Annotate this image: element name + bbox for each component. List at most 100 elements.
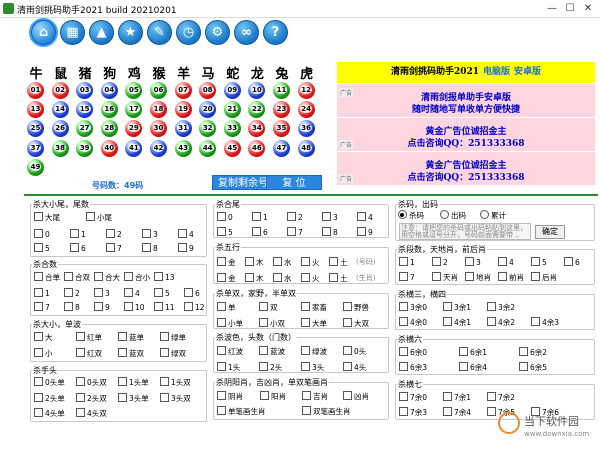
- number-ball[interactable]: 01: [27, 82, 44, 99]
- checkbox-option[interactable]: 4余2: [487, 317, 515, 328]
- checkbox-option[interactable]: 11: [154, 302, 175, 313]
- number-ball[interactable]: 15: [76, 101, 94, 119]
- number-ball[interactable]: 13: [27, 101, 44, 119]
- checkbox-option[interactable]: 金: [217, 273, 236, 284]
- toolbar-button-home[interactable]: ⌂: [31, 20, 56, 45]
- checkbox-option[interactable]: 后肖: [531, 272, 557, 283]
- checkbox-option[interactable]: 小尾: [86, 212, 112, 223]
- radio-option[interactable]: 杀码: [398, 210, 424, 221]
- checkbox-option[interactable]: 阳肖: [260, 391, 286, 402]
- ad-box-2[interactable]: 黄金广告位诚招金主 点击咨询QQ：251333368 广告: [337, 117, 595, 151]
- checkbox-option[interactable]: 0: [217, 212, 233, 223]
- checkbox-option[interactable]: 13: [154, 272, 175, 283]
- number-ball[interactable]: 48: [297, 139, 315, 157]
- checkbox-option[interactable]: 1头单: [118, 377, 149, 388]
- checkbox-option[interactable]: 小单: [217, 318, 243, 329]
- checkbox-option[interactable]: 4: [357, 212, 373, 223]
- checkbox-option[interactable]: 红单: [76, 332, 102, 343]
- code-input[interactable]: 注意：请把您的杀码或出码粘贴到这里，用空格或逗号分开，号码前面需要带 .. 如：…: [399, 223, 531, 240]
- number-ball[interactable]: 33: [223, 120, 241, 138]
- checkbox-option[interactable]: 6: [70, 243, 86, 254]
- checkbox-option[interactable]: 3余0: [399, 302, 427, 313]
- checkbox-option[interactable]: 木: [245, 273, 264, 284]
- checkbox-option[interactable]: 大尾: [34, 212, 60, 223]
- checkbox-option[interactable]: 3: [94, 288, 110, 299]
- checkbox-option[interactable]: 水: [273, 273, 292, 284]
- checkbox-option[interactable]: 吉肖: [302, 391, 328, 402]
- number-ball[interactable]: 43: [174, 139, 192, 157]
- checkbox-option[interactable]: 火: [301, 257, 320, 268]
- number-ball[interactable]: 40: [100, 139, 118, 157]
- number-ball[interactable]: 45: [223, 139, 241, 157]
- checkbox-option[interactable]: 合双: [64, 272, 90, 283]
- checkbox-option[interactable]: 7余0: [399, 392, 427, 403]
- number-ball[interactable]: 28: [100, 120, 118, 138]
- maximize-button[interactable]: ☐: [562, 2, 578, 16]
- checkbox-option[interactable]: 双笔画生肖: [302, 406, 351, 417]
- checkbox-option[interactable]: 单笔画生肖: [217, 406, 266, 417]
- checkbox-option[interactable]: 6: [184, 288, 200, 299]
- checkbox-option[interactable]: 7余3: [399, 407, 427, 418]
- number-ball[interactable]: 49: [27, 158, 44, 176]
- checkbox-option[interactable]: 4头: [343, 362, 366, 373]
- checkbox-option[interactable]: 地肖: [465, 272, 491, 283]
- ad-box-1[interactable]: 清雨剑报单助手安卓版 随时随地写单收单方便快捷 广告: [337, 83, 595, 117]
- number-ball[interactable]: 14: [51, 101, 69, 119]
- checkbox-option[interactable]: 1: [34, 288, 50, 299]
- checkbox-option[interactable]: 9: [178, 243, 194, 254]
- checkbox-option[interactable]: 7余4: [443, 407, 471, 418]
- checkbox-option[interactable]: 4余0: [399, 317, 427, 328]
- checkbox-option[interactable]: 6余1: [459, 347, 487, 358]
- number-ball[interactable]: 22: [248, 101, 266, 119]
- number-ball[interactable]: 35: [273, 120, 290, 138]
- number-ball[interactable]: 32: [199, 120, 217, 138]
- checkbox-option[interactable]: 4余1: [443, 317, 471, 328]
- radio-option[interactable]: 出码: [440, 210, 466, 221]
- checkbox-option[interactable]: 绿单: [160, 332, 186, 343]
- checkbox-option[interactable]: 3头双: [160, 393, 191, 404]
- number-ball[interactable]: 31: [174, 120, 192, 138]
- checkbox-option[interactable]: 6余2: [519, 347, 547, 358]
- number-ball[interactable]: 29: [125, 120, 143, 138]
- number-ball[interactable]: 06: [150, 82, 167, 99]
- number-ball[interactable]: 42: [150, 139, 167, 157]
- number-ball[interactable]: 20: [199, 101, 217, 119]
- checkbox-option[interactable]: 水: [273, 257, 292, 268]
- number-ball[interactable]: 10: [248, 82, 266, 99]
- number-ball[interactable]: 19: [174, 101, 192, 119]
- checkbox-option[interactable]: 阴肖: [217, 391, 243, 402]
- checkbox-option[interactable]: 1: [252, 212, 268, 223]
- checkbox-option[interactable]: 红波: [217, 346, 243, 357]
- checkbox-option[interactable]: 大单: [301, 318, 327, 329]
- checkbox-option[interactable]: 绿波: [301, 346, 327, 357]
- toolbar-button-calculator[interactable]: ▦: [60, 20, 85, 45]
- checkbox-option[interactable]: 6余3: [399, 362, 427, 373]
- checkbox-option[interactable]: 4余3: [531, 317, 559, 328]
- checkbox-option[interactable]: 9: [357, 227, 373, 238]
- checkbox-option[interactable]: 2: [106, 229, 122, 240]
- radio-option[interactable]: 累计: [480, 210, 506, 221]
- checkbox-option[interactable]: 合单: [34, 272, 60, 283]
- number-ball[interactable]: 05: [125, 82, 143, 99]
- toolbar-button-link[interactable]: ∞: [234, 20, 259, 45]
- number-ball[interactable]: 23: [273, 101, 290, 119]
- checkbox-option[interactable]: 2头: [259, 362, 282, 373]
- number-ball[interactable]: 46: [248, 139, 266, 157]
- checkbox-option[interactable]: 蓝单: [118, 332, 144, 343]
- checkbox-option[interactable]: 土: [329, 273, 348, 284]
- checkbox-option[interactable]: 金: [217, 257, 236, 268]
- checkbox-option[interactable]: 单: [217, 302, 236, 313]
- number-ball[interactable]: 17: [125, 101, 143, 119]
- checkbox-option[interactable]: 凶肖: [343, 391, 369, 402]
- number-ball[interactable]: 21: [223, 101, 241, 119]
- number-ball[interactable]: 12: [297, 82, 315, 99]
- checkbox-option[interactable]: 2: [64, 288, 80, 299]
- checkbox-option[interactable]: 7余2: [487, 392, 515, 403]
- checkbox-option[interactable]: 0头单: [34, 377, 65, 388]
- checkbox-option[interactable]: 8: [142, 243, 158, 254]
- checkbox-option[interactable]: 4: [498, 257, 514, 268]
- checkbox-option[interactable]: 7: [287, 227, 303, 238]
- toolbar-button-navigation[interactable]: ▲: [89, 20, 114, 45]
- checkbox-option[interactable]: 4头单: [34, 408, 65, 419]
- checkbox-option[interactable]: 合小: [124, 272, 150, 283]
